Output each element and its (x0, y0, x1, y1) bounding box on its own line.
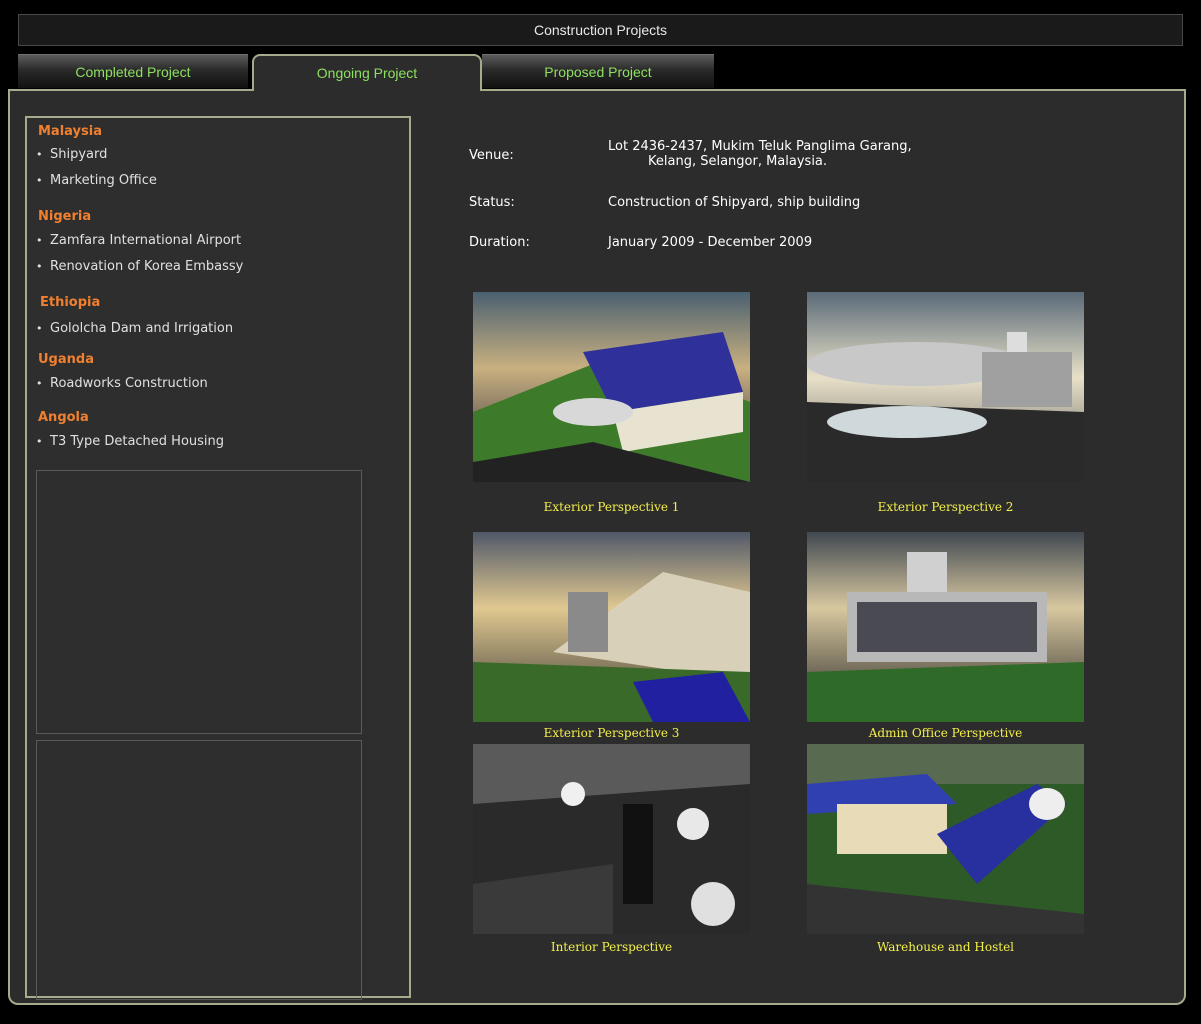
venue-label: Venue: (469, 148, 514, 163)
project-item-zamfara-airport[interactable]: • Zamfara International Airport (36, 233, 241, 248)
caption-exterior-perspective-1[interactable]: Exterior Perspective 1 (473, 500, 750, 514)
project-item-korea-embassy[interactable]: • Renovation of Korea Embassy (36, 259, 243, 274)
project-label: Gololcha Dam and Irrigation (50, 321, 234, 336)
tab-proposed-project[interactable]: Proposed Project (482, 54, 714, 88)
project-label: T3 Type Detached Housing (50, 434, 225, 449)
venue-line-2: Kelang, Selangor, Malaysia. (648, 154, 828, 169)
caption-exterior-perspective-3[interactable]: Exterior Perspective 3 (473, 726, 750, 740)
sidebar-empty-box (36, 740, 362, 1000)
project-label: Zamfara International Airport (50, 233, 242, 248)
project-label: Shipyard (50, 147, 108, 162)
country-heading-nigeria: Nigeria (38, 209, 92, 224)
country-heading-uganda: Uganda (38, 352, 94, 367)
panel-border-left (8, 89, 254, 91)
country-heading-malaysia: Malaysia (38, 124, 102, 139)
project-item-gololcha-dam[interactable]: • Gololcha Dam and Irrigation (36, 321, 233, 336)
project-item-marketing-office[interactable]: • Marketing Office (36, 173, 157, 188)
country-heading-angola: Angola (38, 410, 89, 425)
exterior-perspective-1-image[interactable] (473, 292, 750, 482)
country-heading-ethiopia: Ethiopia (40, 295, 101, 310)
caption-exterior-perspective-2[interactable]: Exterior Perspective 2 (807, 500, 1084, 514)
warehouse-and-hostel-image[interactable] (807, 744, 1084, 934)
caption-warehouse-and-hostel[interactable]: Warehouse and Hostel (807, 940, 1084, 954)
duration-label: Duration: (469, 235, 530, 250)
page-title: Construction Projects (18, 14, 1183, 46)
interior-perspective-image[interactable] (473, 744, 750, 934)
status-value: Construction of Shipyard, ship building (608, 195, 861, 210)
duration-value: January 2009 - December 2009 (608, 235, 813, 250)
exterior-perspective-2-image[interactable] (807, 292, 1084, 482)
project-label: Roadworks Construction (50, 376, 208, 391)
panel-border-right (480, 89, 1186, 91)
project-item-shipyard[interactable]: • Shipyard (36, 147, 107, 162)
sidebar-empty-box (36, 470, 362, 734)
tab-completed-project[interactable]: Completed Project (18, 54, 248, 88)
caption-admin-office-perspective[interactable]: Admin Office Perspective (807, 726, 1084, 740)
venue-line-1: Lot 2436-2437, Mukim Teluk Panglima Gara… (608, 139, 912, 154)
admin-office-perspective-image[interactable] (807, 532, 1084, 722)
project-item-roadworks[interactable]: • Roadworks Construction (36, 376, 208, 391)
project-label: Renovation of Korea Embassy (50, 259, 244, 274)
exterior-perspective-3-image[interactable] (473, 532, 750, 722)
project-label: Marketing Office (50, 173, 157, 188)
status-label: Status: (469, 195, 515, 210)
project-item-t3-housing[interactable]: • T3 Type Detached Housing (36, 434, 224, 449)
tab-ongoing-project[interactable]: Ongoing Project (252, 54, 482, 92)
caption-interior-perspective[interactable]: Interior Perspective (473, 940, 750, 954)
